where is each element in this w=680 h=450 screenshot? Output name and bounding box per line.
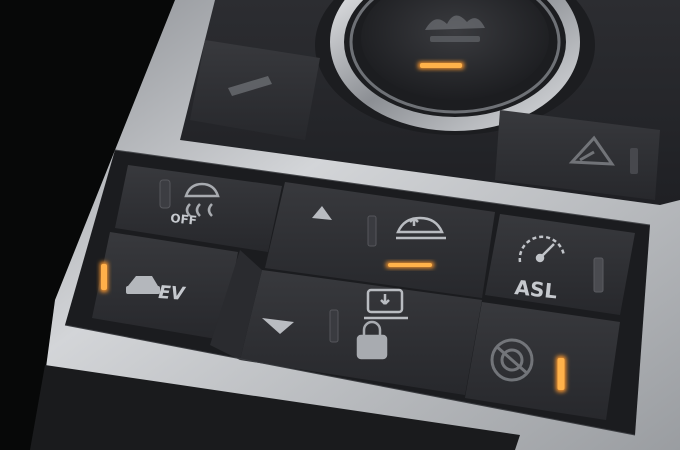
console-scene: OFF EV ASL	[0, 0, 680, 450]
top-right-indicator	[630, 148, 638, 174]
asl-label: ASL	[513, 275, 558, 303]
ev-label: EV	[158, 282, 188, 305]
asl-indicator	[593, 257, 604, 293]
traction-off-label: OFF	[170, 211, 198, 228]
